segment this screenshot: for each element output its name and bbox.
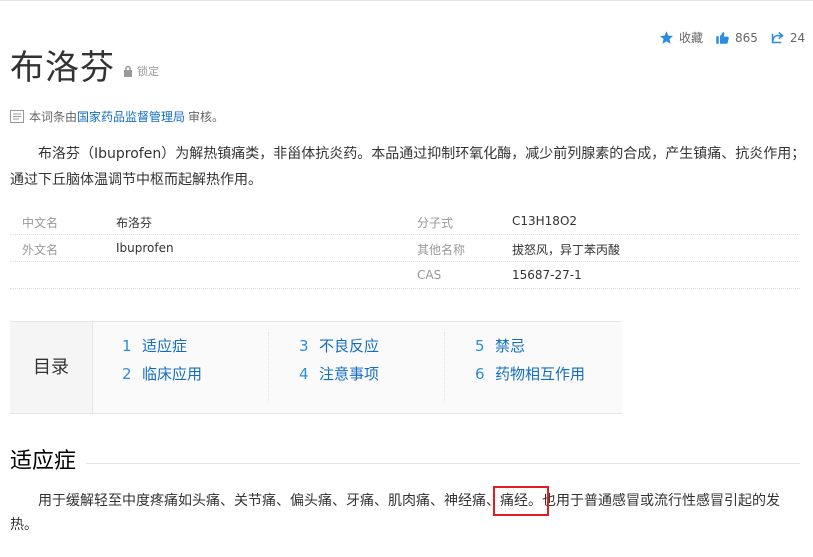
- review-prefix: 本词条由: [29, 110, 78, 124]
- toc-item-label: 临床应用: [142, 365, 203, 383]
- share-button[interactable]: 24: [770, 30, 805, 45]
- lock-icon: [124, 65, 132, 77]
- review-period: 。: [212, 110, 225, 124]
- info-value: 拔怒风，异丁苯丙酸: [512, 243, 621, 257]
- info-key: 其他名称: [417, 243, 466, 257]
- info-key: CAS: [417, 268, 442, 282]
- toc-item[interactable]: 5 禁忌: [475, 332, 650, 360]
- toc-item-number: 2: [122, 365, 132, 383]
- section-title: 适应症: [10, 446, 87, 478]
- like-count: 865: [735, 30, 758, 45]
- like-button[interactable]: 865: [715, 30, 758, 45]
- info-key: 外文名: [22, 243, 59, 257]
- toc-item-label: 适应症: [142, 337, 188, 355]
- toc-item-number: 6: [475, 365, 485, 383]
- toc-item-label: 禁忌: [495, 337, 526, 355]
- toc-item-number: 4: [299, 365, 309, 383]
- toc-item-number: 1: [122, 337, 132, 355]
- toc-item-label: 不良反应: [319, 337, 380, 355]
- toc-item[interactable]: 6 药物相互作用: [475, 360, 650, 388]
- lock-status: 锁定: [123, 63, 159, 79]
- favorite-label: 收藏: [679, 31, 704, 45]
- top-divider: [0, 0, 813, 1]
- favorite-button[interactable]: 收藏: [659, 29, 703, 46]
- section-divider: [10, 463, 800, 464]
- toc-item-number: 5: [475, 337, 485, 355]
- toc-label: 目录: [10, 322, 93, 413]
- info-key: 分子式: [417, 216, 454, 230]
- info-row: CAS 15687-27-1: [10, 262, 800, 289]
- toc-item-label: 注意事项: [319, 365, 380, 383]
- toc-item-label: 药物相互作用: [495, 365, 586, 383]
- info-row: 中文名 布洛芬 分子式 C13H18O2: [10, 208, 800, 235]
- info-key: 中文名: [22, 216, 59, 230]
- document-icon: [10, 110, 24, 123]
- info-value: Ibuprofen: [116, 241, 174, 255]
- thumbs-up-icon: [716, 31, 729, 44]
- header-actions: 收藏 865 24: [659, 29, 813, 46]
- paragraph-text: 用于缓解轻至中度疼痛如头痛、关节痛、偏头痛、牙痛、肌肉痛、神经痛、: [38, 493, 500, 509]
- review-suffix: 审核: [188, 110, 213, 124]
- table-of-contents: 目录 1 适应症 2 临床应用 3 不良反应 4 注意事项 5 禁忌 6 药物相互作用: [10, 321, 622, 414]
- highlighted-text: 痛经。: [493, 486, 549, 516]
- review-notice: 本词条由 国家药品监督管理局 审核 。: [10, 108, 224, 125]
- toc-item-number: 3: [299, 337, 309, 355]
- basic-info: 中文名 布洛芬 分子式 C13H18O2 外文名 Ibuprofen 其他名称 …: [10, 208, 800, 289]
- info-value: C13H18O2: [512, 214, 578, 228]
- star-icon: [659, 31, 674, 44]
- page-title: 布洛芬: [10, 48, 115, 88]
- share-icon: [771, 31, 784, 44]
- info-row: 外文名 Ibuprofen 其他名称 拔怒风，异丁苯丙酸: [10, 235, 800, 262]
- toc-column: 5 禁忌 6 药物相互作用: [444, 332, 650, 402]
- info-value: 15687-27-1: [512, 268, 582, 282]
- summary-paragraph: 布洛芬（Ibuprofen）为解热镇痛类，非甾体抗炎药。本品通过抑制环氧化酶，减…: [10, 146, 806, 188]
- lock-label: 锁定: [137, 65, 159, 78]
- share-count: 24: [789, 30, 806, 45]
- review-authority-link[interactable]: 国家药品监督管理局: [77, 108, 185, 125]
- info-value: 布洛芬: [116, 216, 153, 230]
- section-paragraph: 用于缓解轻至中度疼痛如头痛、关节痛、偏头痛、牙痛、肌肉痛、神经痛、痛经。也用于普…: [10, 486, 800, 537]
